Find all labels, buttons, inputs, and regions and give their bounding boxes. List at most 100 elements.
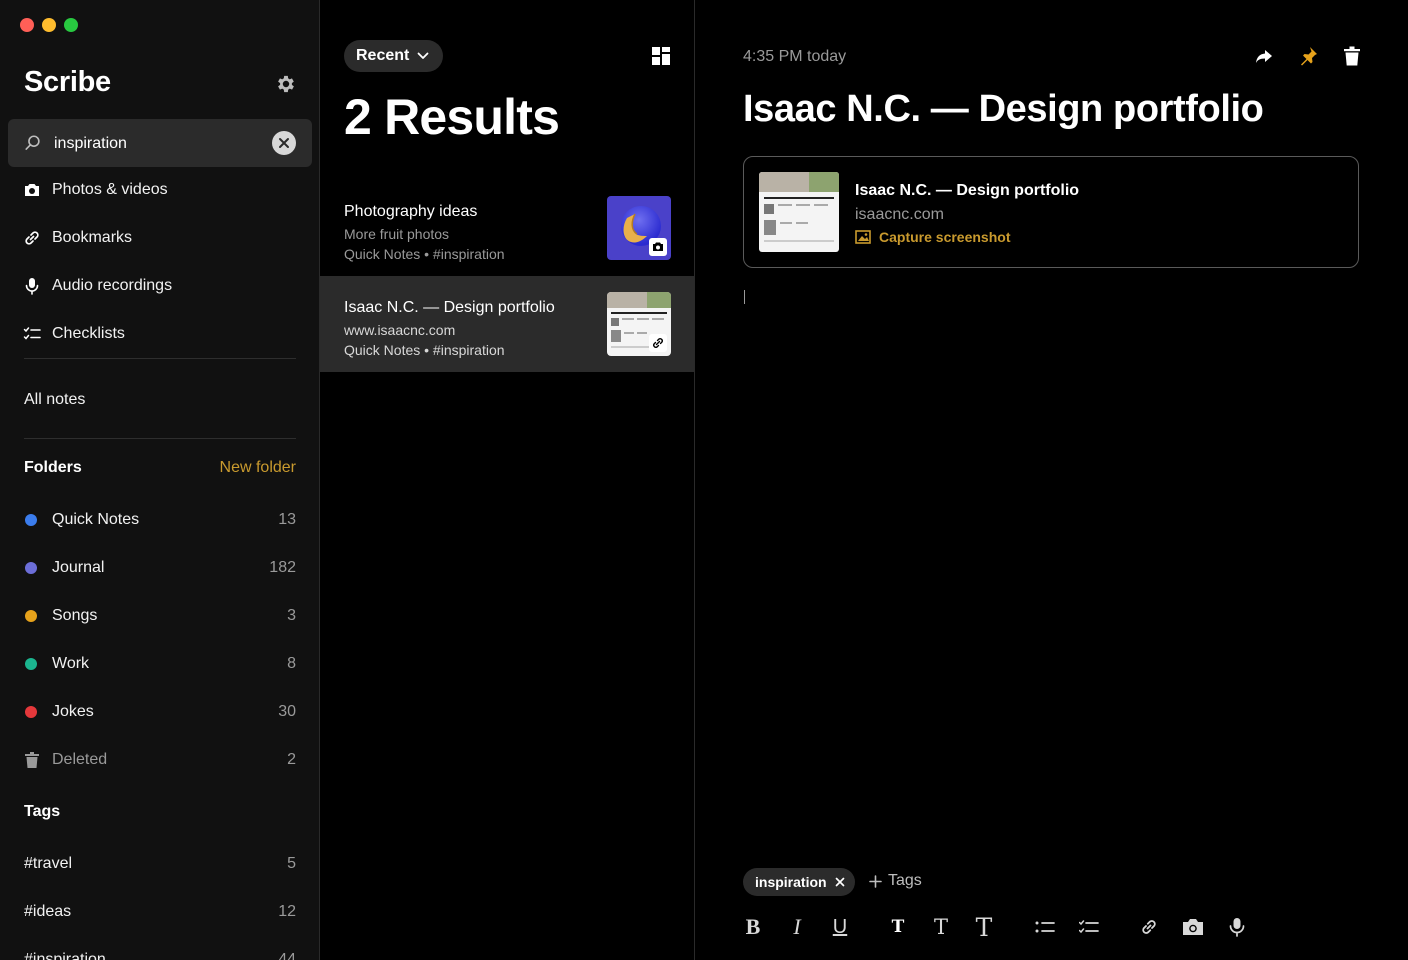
app-title: Scribe	[24, 66, 111, 98]
gear-icon[interactable]	[275, 73, 297, 95]
checklist-icon	[23, 327, 41, 340]
sidebar-item-photos-videos[interactable]: Photos & videos	[0, 167, 319, 215]
close-icon	[279, 138, 289, 148]
sidebar-item-all-notes[interactable]: All notes	[24, 391, 85, 409]
new-folder-button[interactable]: New folder	[220, 459, 296, 477]
folder-label: Jokes	[52, 703, 94, 720]
note-subtitle: More fruit photos	[344, 226, 450, 242]
folder-count: 182	[269, 559, 296, 576]
sort-dropdown[interactable]: Recent	[344, 40, 444, 72]
share-icon[interactable]	[1253, 45, 1275, 67]
bullet-list-button[interactable]	[1035, 914, 1055, 940]
pin-icon[interactable]	[1297, 45, 1319, 67]
add-tags-label: Tags	[888, 872, 922, 889]
folder-item-songs[interactable]: Songs 3	[0, 592, 319, 640]
italic-button[interactable]: I	[787, 914, 807, 940]
sidebar-item-audio-recordings[interactable]: Audio recordings	[0, 263, 319, 311]
clear-search-button[interactable]	[272, 131, 296, 155]
tag-item-ideas[interactable]: #ideas 12	[0, 888, 319, 936]
tag-chip[interactable]: inspiration	[743, 868, 855, 896]
grid-view-icon[interactable]	[652, 47, 670, 65]
capture-screenshot-label: Capture screenshot	[879, 229, 1011, 245]
folder-color-dot	[25, 706, 37, 718]
note-list-item[interactable]: Photography ideas More fruit photos Quic…	[320, 180, 694, 276]
bookmark-card[interactable]: Isaac N.C. — Design portfolio isaacnc.co…	[743, 156, 1359, 268]
note-title: Photography ideas	[344, 203, 478, 220]
folder-color-dot	[25, 514, 37, 526]
bold-button[interactable]: B	[743, 914, 763, 940]
microphone-icon	[25, 278, 39, 295]
chevron-down-icon	[417, 52, 429, 59]
folder-label: Songs	[52, 607, 98, 624]
trash-icon[interactable]	[1341, 45, 1363, 67]
text-style-small-button[interactable]: T	[888, 914, 908, 940]
folder-count: 13	[278, 511, 296, 528]
folder-count: 2	[287, 751, 296, 768]
search-icon	[25, 135, 40, 150]
bookmark-domain: isaacnc.com	[855, 206, 944, 223]
note-thumbnail	[607, 292, 671, 356]
note-body-editor[interactable]	[743, 280, 1357, 840]
note-thumbnail	[607, 196, 671, 260]
note-subtitle: www.isaacnc.com	[344, 322, 456, 338]
close-window-button[interactable]	[20, 18, 34, 32]
checklist-button[interactable]	[1079, 914, 1099, 940]
text-cursor	[744, 290, 745, 304]
bookmark-title: Isaac N.C. — Design portfolio	[855, 182, 1080, 199]
image-icon	[855, 230, 871, 244]
tag-label: #inspiration	[24, 951, 106, 960]
search-input[interactable]	[52, 131, 266, 157]
remove-tag-icon[interactable]	[835, 877, 845, 887]
capture-screenshot-button[interactable]: Capture screenshot	[855, 229, 1010, 245]
app-window: Scribe Photos & videos	[0, 0, 1408, 960]
text-style-medium-button[interactable]: T	[931, 914, 951, 940]
tag-count: 5	[287, 855, 296, 872]
underline-button[interactable]: U	[830, 914, 850, 940]
folder-item-jokes[interactable]: Jokes 30	[0, 688, 319, 736]
folder-label: Quick Notes	[52, 511, 140, 528]
results-title: 2 Results	[344, 89, 560, 145]
camera-icon	[653, 242, 663, 251]
folder-item-deleted[interactable]: Deleted 2	[0, 736, 319, 784]
insert-link-button[interactable]	[1139, 914, 1159, 940]
link-icon	[25, 231, 39, 245]
sidebar-item-checklists[interactable]: Checklists	[0, 311, 319, 359]
note-timestamp: 4:35 PM today	[743, 48, 847, 65]
sidebar-item-label: Audio recordings	[52, 277, 173, 294]
note-actions	[1253, 45, 1363, 67]
window-controls	[20, 18, 78, 32]
divider	[24, 358, 296, 359]
note-meta: Quick Notes • #inspiration	[344, 342, 505, 358]
insert-photo-button[interactable]	[1182, 914, 1204, 940]
link-icon	[1142, 920, 1156, 934]
minimize-window-button[interactable]	[42, 18, 56, 32]
notes-list-pane: Recent 2 Results Photography ideas More …	[320, 0, 695, 960]
tag-count: 12	[278, 903, 296, 920]
maximize-window-button[interactable]	[64, 18, 78, 32]
website-thumbnail-image	[759, 172, 839, 252]
tag-item-travel[interactable]: #travel 5	[0, 840, 319, 888]
insert-audio-button[interactable]	[1227, 914, 1247, 940]
sidebar-item-bookmarks[interactable]: Bookmarks	[0, 215, 319, 263]
folder-item-quick-notes[interactable]: Quick Notes 13	[0, 496, 319, 544]
text-style-large-button[interactable]: T	[973, 913, 995, 942]
checklist-icon	[1079, 920, 1099, 934]
folder-item-journal[interactable]: Journal 182	[0, 544, 319, 592]
folder-item-work[interactable]: Work 8	[0, 640, 319, 688]
tag-item-inspiration[interactable]: #inspiration 44	[0, 936, 319, 960]
camera-icon	[25, 184, 39, 196]
link-badge	[649, 334, 667, 352]
note-list-item-selected[interactable]: Isaac N.C. — Design portfolio www.isaacn…	[320, 276, 694, 372]
link-icon	[653, 338, 663, 348]
note-editor: 4:35 PM today Isaac N.C. — Design portfo…	[695, 0, 1408, 960]
camera-icon	[1183, 919, 1203, 935]
bullet-list-icon	[1035, 921, 1055, 933]
note-title-heading[interactable]: Isaac N.C. — Design portfolio	[743, 88, 1264, 131]
bookmark-thumbnail	[759, 172, 839, 252]
add-tags-button[interactable]: Tags	[869, 872, 922, 890]
sidebar-item-label: Photos & videos	[52, 181, 168, 198]
trash-icon	[25, 752, 39, 768]
folder-color-dot	[25, 610, 37, 622]
photo-badge	[649, 238, 667, 256]
divider	[24, 438, 296, 439]
